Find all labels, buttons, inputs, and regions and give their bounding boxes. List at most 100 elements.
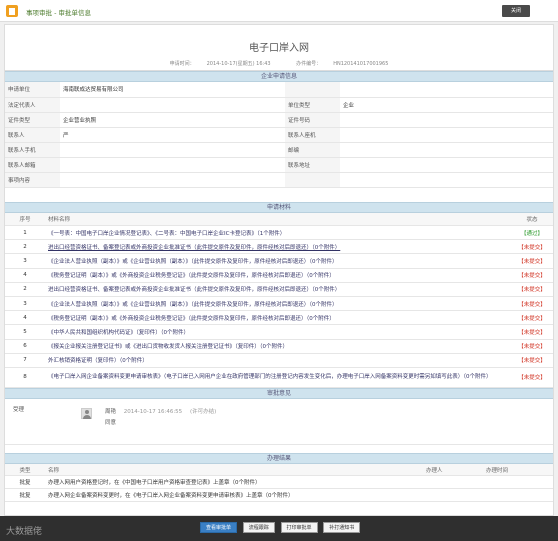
- material-no: 3: [5, 253, 45, 269]
- info-value: [60, 157, 285, 173]
- table-row: 1 《一号表：中国电子口岸企业情况登记表》、《二号表：中国电子口岸企业IC卡登记表…: [5, 225, 553, 241]
- review-comment: 同意: [105, 419, 117, 426]
- info-value: 企业: [340, 97, 553, 113]
- col-no-header: 序号: [5, 212, 45, 226]
- material-link[interactable]: 《企业法人营业执照（副本）》或《企业营业执照（副本）》（此件提交原件及复印件，原…: [45, 296, 511, 312]
- info-value: [340, 142, 553, 158]
- material-link[interactable]: 《企业法人营业执照（副本）》或《企业营业执照（副本）》（此件提交原件及复印件，原…: [45, 253, 511, 269]
- section-enterprise-title: 企业申请信息: [5, 71, 553, 82]
- result-type: 批复: [5, 488, 45, 503]
- info-label: 联系地址: [285, 157, 340, 173]
- footer-buttons: 查看审批单 流程跟踪 打印审批单 补打通知书: [200, 522, 364, 533]
- info-value: [60, 97, 285, 113]
- table-row: 2 进出口经营资格证书、备案登记表或外商投资企业批准证书（此件提交原件及复印件，原…: [5, 282, 553, 297]
- table-row: 4 《税务登记证明（副本）》或《外商投资企业税务登记证》（此件提交原件及复印件，原…: [5, 310, 553, 326]
- info-label: 法定代表人: [5, 97, 60, 113]
- material-no: 4: [5, 310, 45, 326]
- material-no: 2: [5, 239, 45, 255]
- material-link[interactable]: 《报关企业报关注册登记证书》或《进出口货物收发货人报关注册登记证书》（复印件）（…: [45, 339, 511, 354]
- top-bar: 事项审批 - 审批单信息 关闭: [0, 0, 558, 22]
- material-no: 5: [5, 324, 45, 340]
- status-badge: 【未提交】: [511, 268, 553, 283]
- reviewer-line: 周艳 2014-10-17 16:46:55 (许可办结): [105, 407, 216, 415]
- material-no: 2: [5, 282, 45, 297]
- apply-time: 申请时间： 2014-10-17(星期五) 16:43: [164, 61, 277, 67]
- info-value: [60, 172, 285, 188]
- apply-time-value: 2014-10-17(星期五) 16:43: [206, 61, 271, 67]
- approval-form: 电子口岸入网 申请时间： 2014-10-17(星期五) 16:43 办件编号： H…: [4, 24, 554, 516]
- close-button[interactable]: 关闭: [502, 5, 530, 17]
- info-row: 法定代表人 单位类型 企业: [5, 97, 553, 113]
- info-label: 证件号码: [285, 112, 340, 128]
- info-value: [340, 127, 553, 143]
- reprint-notice-button[interactable]: 补打通知书: [323, 522, 361, 533]
- window-title: 事项审批 - 审批单信息: [26, 9, 91, 17]
- review-stage-label: 受理: [13, 406, 25, 413]
- material-no: 3: [5, 296, 45, 312]
- review-block: 受理 周艳 2014-10-17 16:46:55 (许可办结) 同意: [5, 399, 553, 445]
- status-badge: 【未提交】: [511, 339, 553, 354]
- table-row: 8 《电子口岸入网企业备案资料变更申请审核表》（电子口岸已入网用户企业在政府管理部…: [5, 367, 553, 388]
- col-time-header: 办理时间: [483, 463, 553, 477]
- enterprise-info-table: 申请单位 海南联成达贸易有限公司 法定代表人 单位类型 企业证件类型 企业营业执照 证件号码…: [5, 82, 553, 188]
- material-link[interactable]: 进出口经营资格证书、备案登记表或外商投资企业批准证书（此件提交原件及复印件，原件…: [45, 239, 511, 255]
- material-no: 4: [5, 268, 45, 283]
- col-result-name-header: 名称: [45, 463, 423, 477]
- material-link[interactable]: 《一号表：中国电子口岸企业情况登记表》、《二号表：中国电子口岸企业IC卡登记表》…: [45, 225, 511, 241]
- status-badge: 【未提交】: [511, 239, 553, 255]
- info-label: 证件类型: [5, 112, 60, 128]
- material-no: 8: [5, 367, 45, 388]
- material-link[interactable]: 《中华人民共和国组织机构代码证》（复印件）（0个附件）: [45, 324, 511, 340]
- info-row: 联系人邮箱 联系地址: [5, 157, 553, 173]
- col-name-header: 材料名称: [45, 212, 511, 226]
- info-value: 企业营业执照: [60, 112, 285, 128]
- table-row: 7 外汇核销资格证明（复印件）（0个附件） 【未提交】: [5, 353, 553, 368]
- info-label: 联系人: [5, 127, 60, 143]
- col-type-header: 类型: [5, 463, 45, 477]
- info-label: 事项内容: [5, 172, 60, 188]
- info-label: 申请单位: [5, 82, 60, 98]
- page-title: 电子口岸入网: [249, 43, 309, 54]
- form-meta: 申请时间： 2014-10-17(星期五) 16:43 办件编号： HN120141…: [5, 60, 553, 67]
- status-badge: 【通过】: [511, 225, 553, 241]
- status-badge: 【未提交】: [511, 324, 553, 340]
- material-link[interactable]: 《税务登记证明（副本）》或《外商投资企业税务登记证》（此件提交原件及复印件，原件…: [45, 310, 511, 326]
- col-status-header: 状态: [511, 212, 553, 226]
- info-value: [60, 142, 285, 158]
- info-label: 单位类型: [285, 97, 340, 113]
- status-badge: 【未提交】: [511, 353, 553, 368]
- result-name: 办理入网企业备案资料变更时，在《电子口岸入网企业备案资料变更申请审核表》上盖章（…: [45, 488, 423, 503]
- material-no: 6: [5, 339, 45, 354]
- table-row: 2 进出口经营资格证书、备案登记表或外商投资企业批准证书（此件提交原件及复印件，原…: [5, 239, 553, 255]
- result-type: 批复: [5, 475, 45, 490]
- view-form-button[interactable]: 查看审批单: [200, 522, 238, 533]
- material-link[interactable]: 外汇核销资格证明（复印件）（0个附件）: [45, 353, 511, 368]
- doc-no-value: HN120141017001965: [333, 61, 389, 67]
- flow-track-button[interactable]: 流程跟踪: [242, 522, 275, 533]
- info-row: 申请单位 海南联成达贸易有限公司: [5, 82, 553, 98]
- section-materials-title: 申请材料: [5, 201, 553, 213]
- table-row: 批复 办理入网用户资格登记时，在《中国电子口岸用户资格审查登记表》上盖章（0个附件…: [5, 475, 553, 490]
- material-link[interactable]: 进出口经营资格证书、备案登记表或外商投资企业批准证书（此件提交原件及复印件，原件…: [45, 282, 511, 297]
- apply-time-label: 申请时间：: [169, 61, 195, 67]
- review-time: 2014-10-17 16:46:55: [123, 408, 183, 415]
- info-value: [340, 82, 553, 98]
- table-row: 批复 办理入网企业备案资料变更时，在《电子口岸入网企业备案资料变更申请审核表》上盖…: [5, 488, 553, 503]
- table-row: 5 《中华人民共和国组织机构代码证》（复印件）（0个附件） 【未提交】: [5, 324, 553, 340]
- status-badge: 【未提交】: [511, 296, 553, 312]
- result-handler: [423, 475, 483, 490]
- watermark-text: 大数据佬: [6, 527, 43, 537]
- print-form-button[interactable]: 打印审批单: [280, 522, 318, 533]
- material-no: 1: [5, 225, 45, 241]
- status-badge: 【未提交】: [511, 367, 553, 388]
- status-badge: 【未提交】: [511, 310, 553, 326]
- form-header: 电子口岸入网 申请时间： 2014-10-17(星期五) 16:43 办件编号： H…: [5, 25, 553, 71]
- material-link[interactable]: 《电子口岸入网企业备案资料变更申请审核表》（电子口岸已入网用户企业在政府管理部门…: [45, 367, 511, 388]
- footer-bar: 大数据佬 查看审批单 流程跟踪 打印审批单 补打通知书: [0, 516, 558, 541]
- info-value: [340, 112, 553, 128]
- material-link[interactable]: 《税务登记证明（副本）》或《外商投资企业税务登记证》（此件提交原件及复印件，原件…: [45, 268, 511, 283]
- form-icon: [6, 5, 18, 17]
- table-row: 3 《企业法人营业执照（副本）》或《企业营业执照（副本）》（此件提交原件及复印件，…: [5, 296, 553, 312]
